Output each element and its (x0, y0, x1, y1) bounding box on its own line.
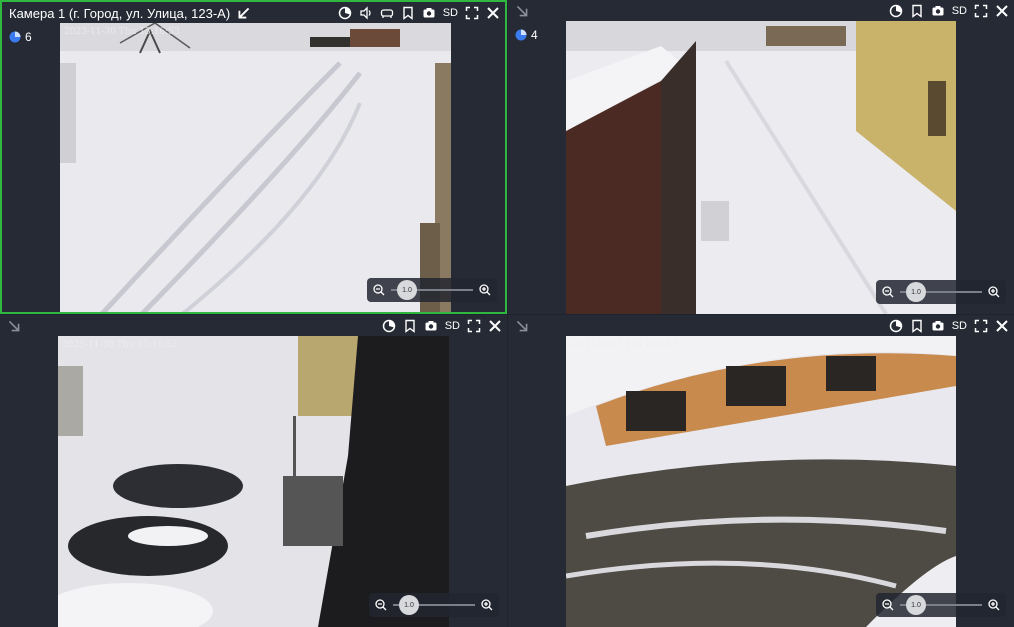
zoom-knob[interactable]: 1.0 (906, 282, 926, 302)
video-stream[interactable]: 2023-11-30 Thu 13:16:53 (60, 23, 451, 312)
camera-tile-4[interactable]: SD 30-11-2023 Thu 13:16:53 1.0 (508, 315, 1014, 627)
close-icon[interactable] (486, 6, 500, 20)
video-frame (566, 336, 956, 627)
timelapse-icon[interactable] (889, 319, 903, 333)
zoom-knob[interactable]: 1.0 (399, 595, 419, 615)
bookmark-icon[interactable] (401, 6, 415, 20)
snapshot-icon[interactable] (931, 4, 945, 18)
camera-tile-3[interactable]: SD 2023-11-30 Thu 13:16:52 1.0 (0, 315, 507, 627)
tile-toolbar: SD (382, 319, 507, 333)
tile-toolbar: SD (338, 6, 505, 20)
close-icon[interactable] (995, 319, 1009, 333)
zoom-control: 1.0 (367, 278, 497, 302)
corner-arrow-icon[interactable] (514, 3, 530, 19)
tile-toolbar: SD (889, 4, 1014, 18)
bookmark-icon[interactable] (910, 4, 924, 18)
zoom-in-icon[interactable] (479, 284, 491, 296)
tile-toolbar: SD (889, 319, 1014, 333)
corner-arrow-icon[interactable] (6, 318, 22, 334)
camera-tile-2[interactable]: SD 4 1.0 (508, 0, 1014, 314)
zoom-out-icon[interactable] (882, 286, 894, 298)
zoom-out-icon[interactable] (375, 599, 387, 611)
video-timestamp: 2023-11-30 Thu 13:16:53 (64, 27, 180, 37)
viewer-count: 6 (9, 30, 32, 44)
video-frame (58, 336, 449, 627)
zoom-slider[interactable]: 1.0 (391, 280, 473, 300)
video-frame (566, 21, 956, 314)
zoom-out-icon[interactable] (373, 284, 385, 296)
camera-grid: Камера 1 (г. Город, ул. Улица, 123-А) SD… (0, 0, 1014, 627)
video-stream[interactable]: 30-11-2023 Thu 13:16:53 (566, 336, 956, 627)
snapshot-icon[interactable] (422, 6, 436, 20)
fullscreen-icon[interactable] (974, 4, 988, 18)
zoom-knob[interactable]: 1.0 (906, 595, 926, 615)
viewers-icon (9, 31, 21, 43)
zoom-control: 1.0 (369, 593, 499, 617)
timelapse-icon[interactable] (889, 4, 903, 18)
camera-title: Камера 1 (г. Город, ул. Улица, 123-А) (9, 5, 231, 21)
viewer-count-value: 4 (531, 28, 538, 42)
timelapse-icon[interactable] (382, 319, 396, 333)
close-icon[interactable] (995, 4, 1009, 18)
viewers-icon (515, 29, 527, 41)
zoom-slider[interactable]: 1.0 (900, 595, 982, 615)
tile-header: Камера 1 (г. Город, ул. Улица, 123-А) SD (2, 2, 505, 24)
viewer-count: 4 (515, 28, 538, 42)
quality-toggle[interactable]: SD (952, 4, 967, 18)
quality-toggle[interactable]: SD (445, 319, 460, 333)
quality-toggle[interactable]: SD (952, 319, 967, 333)
bookmark-icon[interactable] (403, 319, 417, 333)
ptz-icon[interactable] (380, 6, 394, 20)
snapshot-icon[interactable] (931, 319, 945, 333)
video-timestamp: 2023-11-30 Thu 13:16:52 (62, 340, 178, 350)
fullscreen-icon[interactable] (465, 6, 479, 20)
zoom-control: 1.0 (876, 593, 1006, 617)
zoom-in-icon[interactable] (988, 286, 1000, 298)
zoom-in-icon[interactable] (481, 599, 493, 611)
corner-arrow-icon[interactable] (236, 5, 252, 21)
zoom-out-icon[interactable] (882, 599, 894, 611)
zoom-knob[interactable]: 1.0 (397, 280, 417, 300)
quality-toggle[interactable]: SD (443, 6, 458, 20)
fullscreen-icon[interactable] (467, 319, 481, 333)
close-icon[interactable] (488, 319, 502, 333)
video-timestamp: 30-11-2023 Thu 13:16:53 (570, 340, 686, 350)
sound-icon[interactable] (359, 6, 373, 20)
snapshot-icon[interactable] (424, 319, 438, 333)
video-stream[interactable] (566, 21, 956, 314)
zoom-control: 1.0 (876, 280, 1006, 304)
timelapse-icon[interactable] (338, 6, 352, 20)
fullscreen-icon[interactable] (974, 319, 988, 333)
tile-header: SD (0, 315, 507, 337)
viewer-count-value: 6 (25, 30, 32, 44)
camera-tile-1[interactable]: Камера 1 (г. Город, ул. Улица, 123-А) SD… (0, 0, 507, 314)
bookmark-icon[interactable] (910, 319, 924, 333)
tile-header: SD (508, 315, 1014, 337)
tile-header: SD (508, 0, 1014, 22)
video-stream[interactable]: 2023-11-30 Thu 13:16:52 (58, 336, 449, 627)
video-frame (60, 23, 451, 312)
zoom-slider[interactable]: 1.0 (393, 595, 475, 615)
zoom-in-icon[interactable] (988, 599, 1000, 611)
zoom-slider[interactable]: 1.0 (900, 282, 982, 302)
corner-arrow-icon[interactable] (514, 318, 530, 334)
